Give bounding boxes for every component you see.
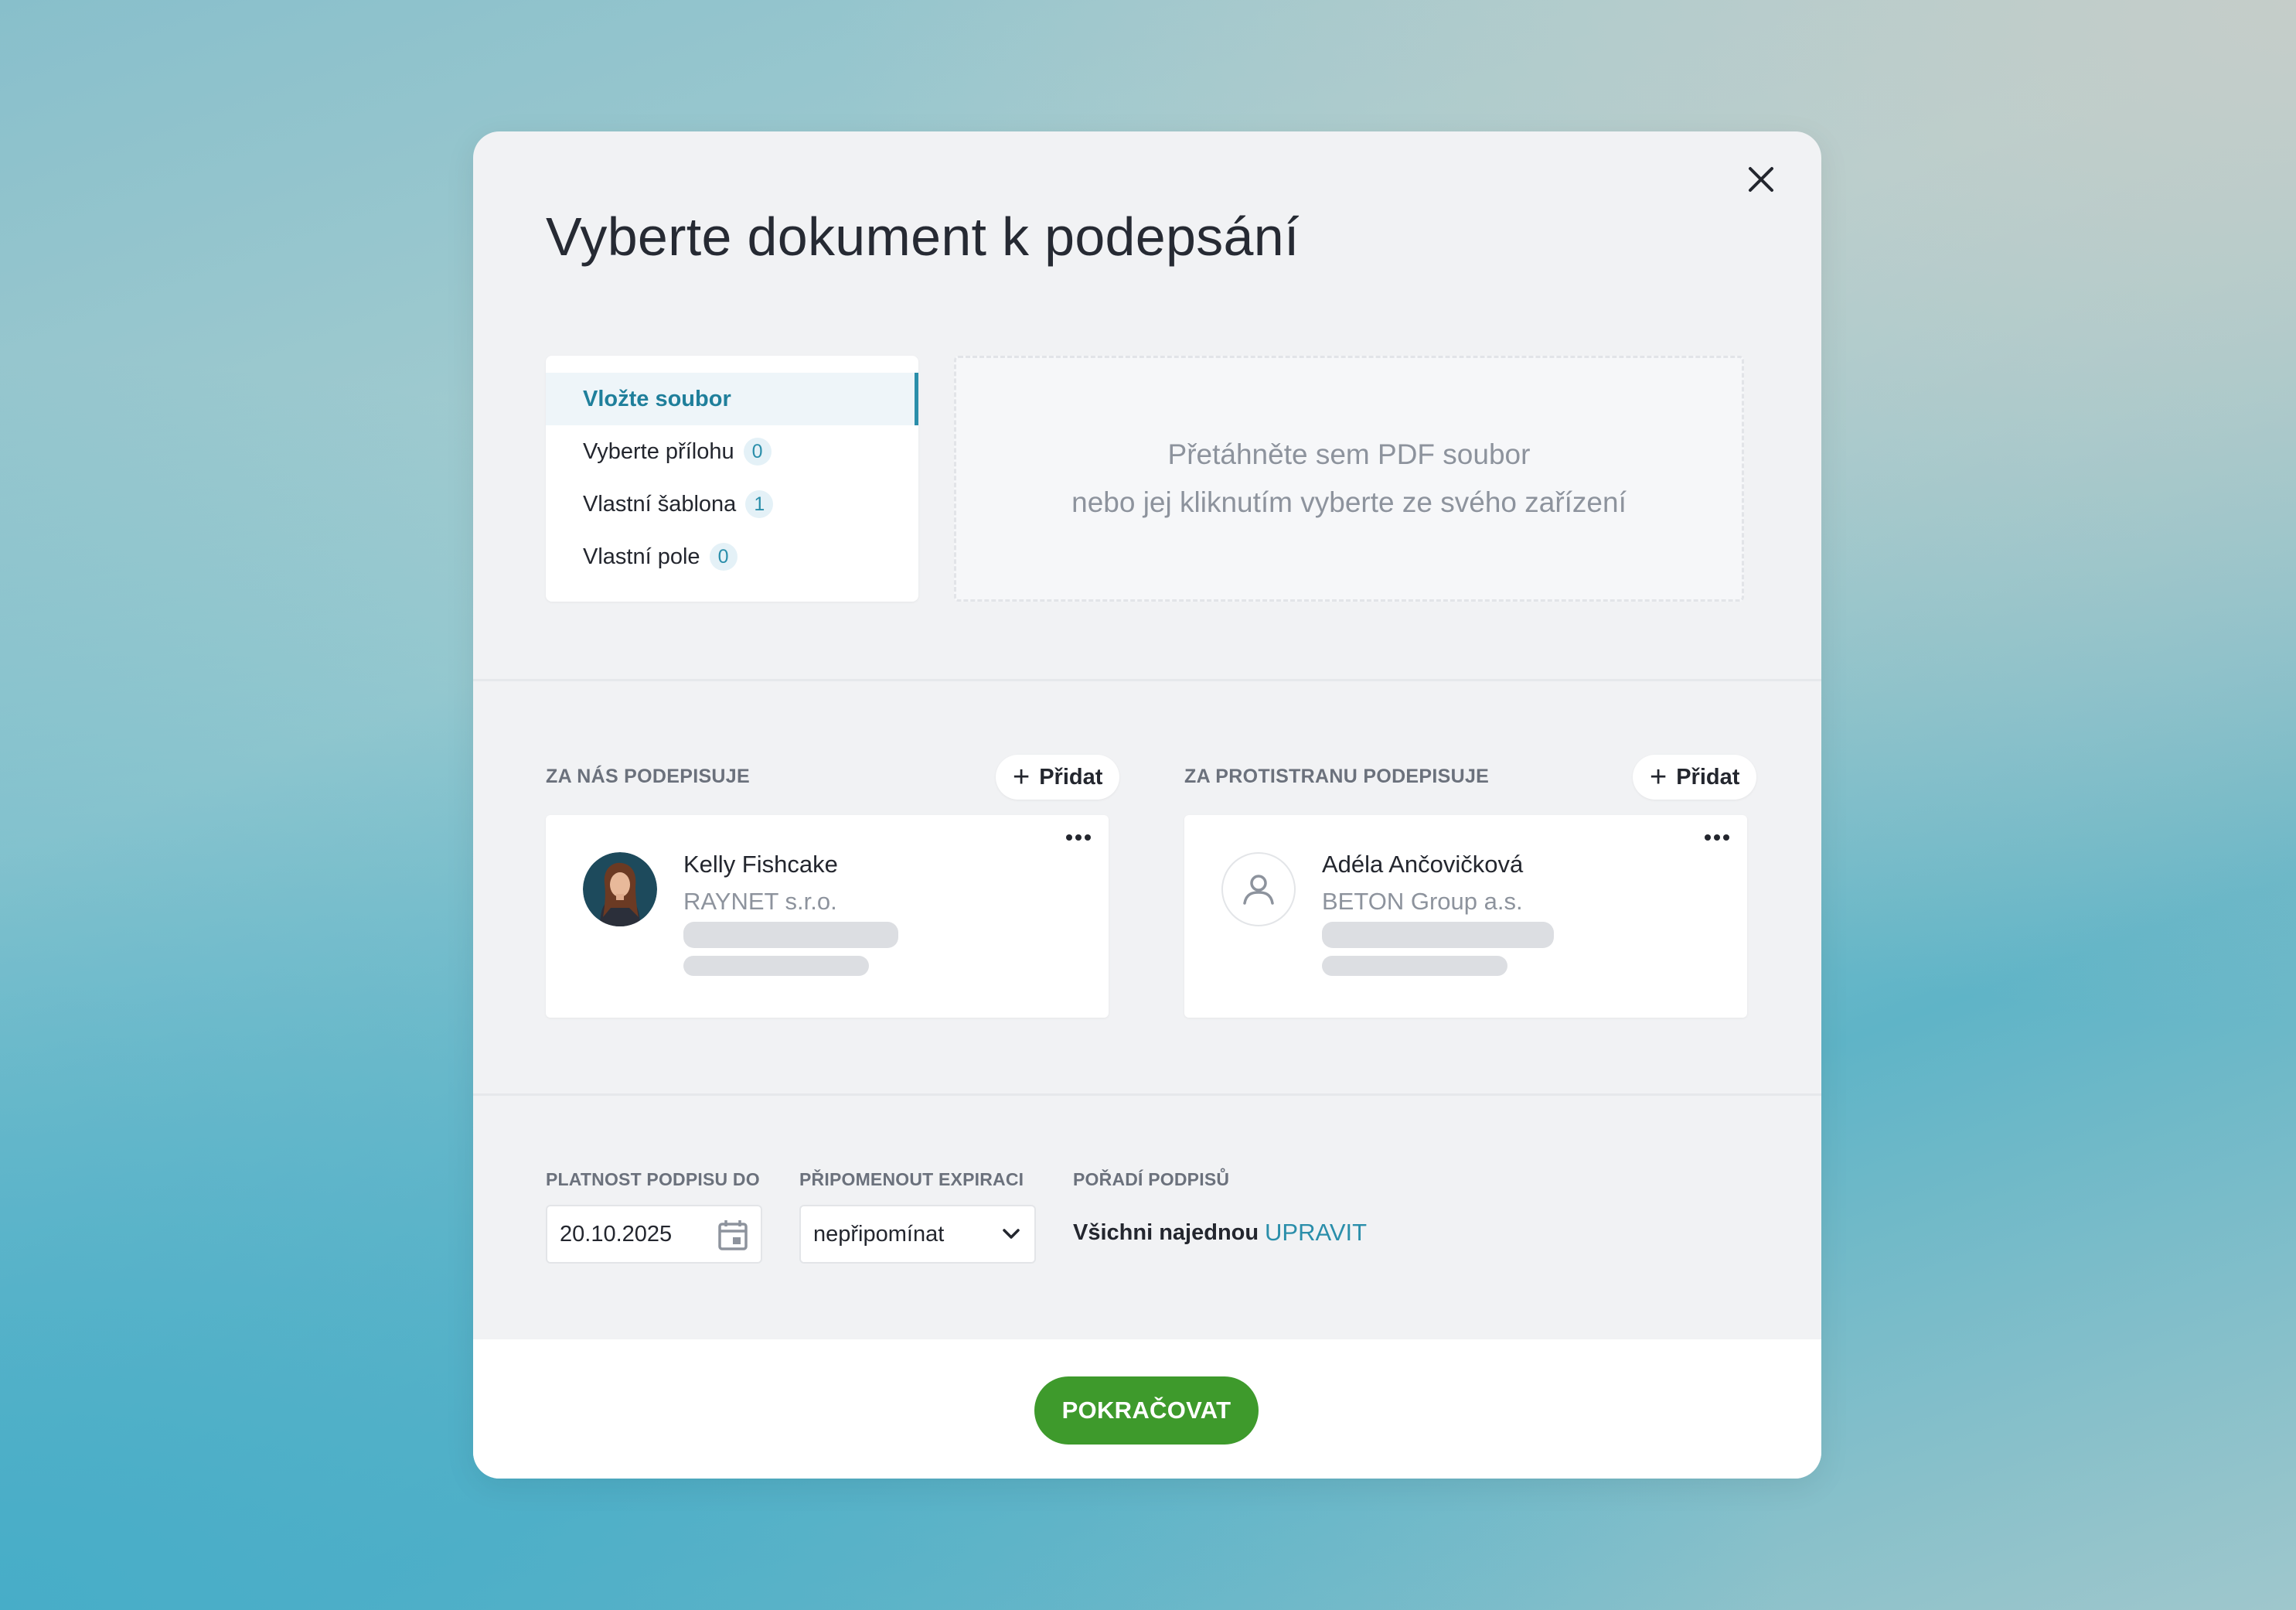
signer-card-theirs: Adéla Ančovičková BETON Group a.s. (1184, 815, 1747, 1018)
add-our-signer-button[interactable]: + Přidat (996, 755, 1120, 800)
order-value: Všichni najednou (1073, 1220, 1259, 1245)
signer-card-ours: Kelly Fishcake RAYNET s.r.o. (546, 815, 1109, 1018)
placeholder-bar (683, 922, 898, 948)
plus-icon: + (1013, 761, 1030, 793)
count-badge: 0 (743, 438, 772, 466)
tab-label: Vlastní pole (583, 544, 700, 569)
reminder-select[interactable]: nepřipomínat (799, 1205, 1036, 1264)
plus-icon: + (1650, 761, 1667, 793)
more-options-button[interactable] (1065, 832, 1092, 846)
continue-button[interactable]: POKRAČOVAT (1034, 1376, 1259, 1445)
reminder-label: PŘIPOMENOUT EXPIRACI (799, 1169, 1024, 1189)
edit-order-link[interactable]: UPRAVIT (1265, 1219, 1367, 1247)
validity-date-input[interactable]: 20.10.2025 (546, 1205, 762, 1264)
divider (473, 1093, 1821, 1096)
validity-label: PLATNOST PODPISU DO (546, 1169, 760, 1189)
user-icon (1221, 852, 1296, 926)
placeholder-bar (1322, 956, 1507, 976)
reminder-value: nepřipomínat (813, 1221, 945, 1247)
our-signers-label: ZA NÁS PODEPISUJE (546, 766, 750, 787)
dropzone-line-1: Přetáhněte sem PDF soubor (1167, 438, 1531, 470)
order-label: POŘADÍ PODPISŮ (1073, 1169, 1230, 1189)
tab-select-attachment[interactable]: Vyberte přílohu 0 (546, 425, 915, 478)
placeholder-bar (683, 956, 869, 976)
tab-label: Vyberte přílohu (583, 438, 734, 464)
signer-name: Adéla Ančovičková (1322, 851, 1524, 878)
tab-label: Vlastní šablona (583, 491, 737, 517)
tab-custom-template[interactable]: Vlastní šablona 1 (546, 478, 915, 530)
more-icon (1705, 834, 1729, 841)
sign-document-dialog: Vyberte dokument k podepsání Vložte soub… (473, 131, 1821, 1479)
dialog-footer: POKRAČOVAT (473, 1339, 1821, 1479)
more-options-button[interactable] (1704, 832, 1730, 846)
count-badge: 0 (709, 543, 738, 571)
validity-date-value: 20.10.2025 (560, 1221, 673, 1247)
add-label: Přidat (1676, 764, 1740, 790)
dropzone-line-2: nebo jej kliknutím vyberte ze svého zaří… (1071, 486, 1627, 518)
calendar-icon (718, 1220, 748, 1250)
add-their-signer-button[interactable]: + Přidat (1633, 755, 1757, 800)
document-source-tabs: Vložte soubor Vyberte přílohu 0 Vlastní … (546, 356, 918, 602)
tab-insert-file[interactable]: Vložte soubor (546, 373, 918, 425)
their-signers-label: ZA PROTISTRANU PODEPISUJE (1184, 766, 1490, 787)
placeholder-bar (1322, 922, 1554, 948)
signer-company: RAYNET s.r.o. (683, 888, 837, 915)
dialog-title: Vyberte dokument k podepsání (546, 206, 1300, 267)
more-icon (1066, 834, 1091, 841)
avatar (583, 852, 657, 926)
close-icon (1749, 167, 1773, 192)
signer-company: BETON Group a.s. (1322, 888, 1523, 915)
tab-custom-fields[interactable]: Vlastní pole 0 (546, 530, 915, 583)
pdf-dropzone[interactable]: Přetáhněte sem PDF soubor nebo jej klikn… (954, 356, 1744, 602)
close-button[interactable] (1738, 156, 1784, 203)
add-label: Přidat (1039, 764, 1103, 790)
chevron-down-icon (1003, 1229, 1020, 1239)
tab-label: Vložte soubor (583, 386, 731, 411)
divider (473, 679, 1821, 681)
count-badge: 1 (745, 490, 774, 518)
signer-name: Kelly Fishcake (683, 851, 838, 878)
